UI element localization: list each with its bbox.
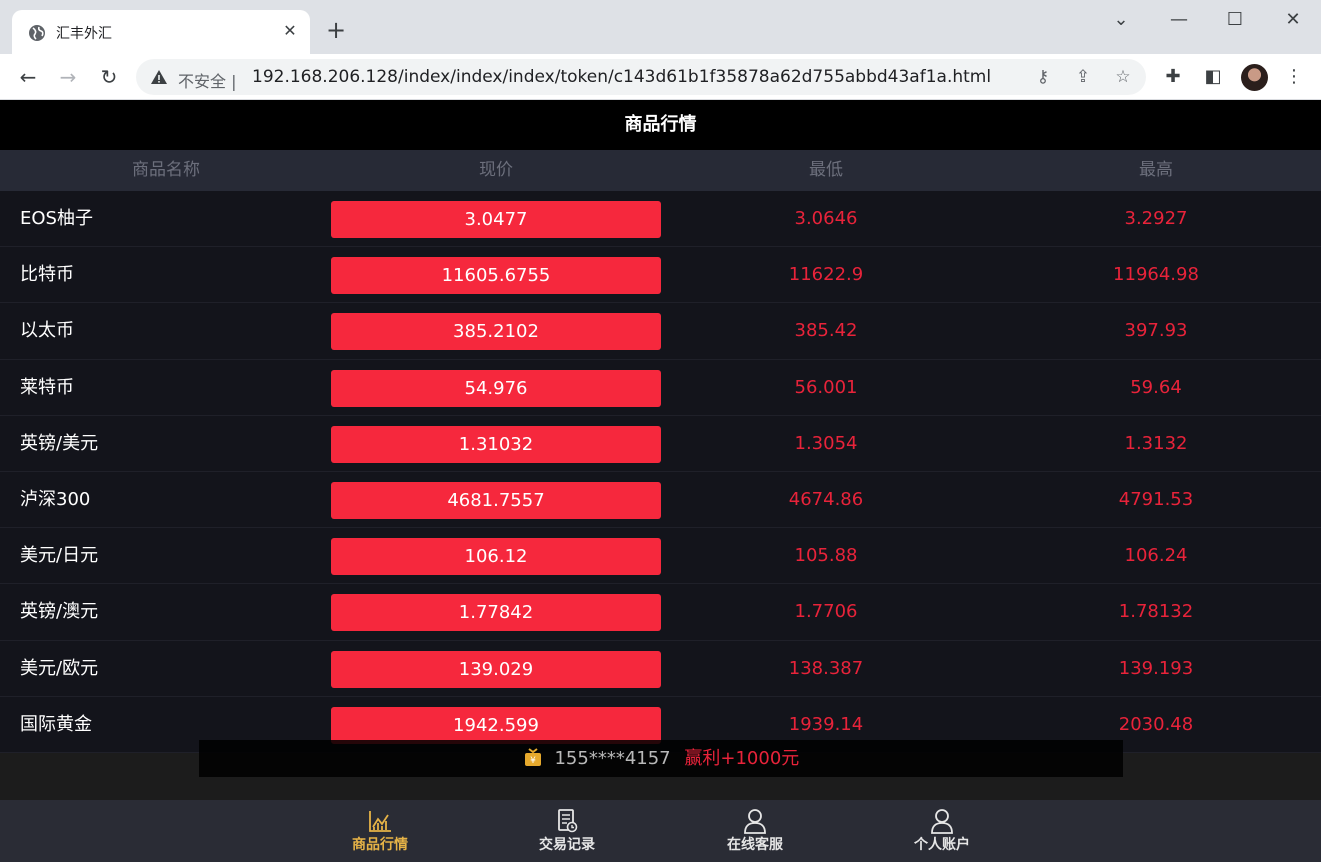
- row-high: 106.24: [1124, 545, 1188, 567]
- table-row[interactable]: 美元/欧元 139.029 138.387 139.193: [0, 640, 1321, 697]
- nav-market[interactable]: 商品行情: [320, 800, 440, 862]
- browser-tabbar: 汇丰外汇 ✕ + ⌄ — ☐ ✕: [0, 0, 1321, 54]
- sidepanel-icon[interactable]: ◧: [1201, 65, 1225, 89]
- row-low: 56.001: [794, 376, 858, 398]
- row-name: EOS柚子: [20, 208, 93, 229]
- row-low: 1.7706: [794, 601, 858, 623]
- ticker-phone: 155****4157: [554, 748, 671, 769]
- star-icon[interactable]: ☆: [1112, 66, 1134, 88]
- table-header: 商品名称 现价 最低 最高: [0, 150, 1321, 191]
- globe-icon: [29, 25, 45, 41]
- row-high: 4791.53: [1118, 488, 1194, 510]
- row-price[interactable]: 4681.7557: [331, 481, 661, 519]
- row-price[interactable]: 139.029: [331, 650, 661, 688]
- browser-tab[interactable]: 汇丰外汇 ✕: [12, 10, 310, 54]
- close-tab-icon[interactable]: ✕: [280, 21, 300, 40]
- row-name: 英镑/澳元: [20, 601, 99, 623]
- money-bag-icon: ¥: [524, 748, 541, 766]
- row-high: 11964.98: [1113, 264, 1199, 286]
- svg-text:¥: ¥: [530, 756, 536, 766]
- page-title: 商品行情: [0, 100, 1321, 150]
- row-high: 3.2927: [1124, 208, 1188, 229]
- row-high: 1.78132: [1118, 601, 1194, 623]
- maximize-icon[interactable]: ☐: [1220, 8, 1250, 32]
- tab-search-icon[interactable]: ⌄: [1106, 8, 1136, 32]
- row-price[interactable]: 1.31032: [331, 425, 661, 463]
- user-icon: [744, 809, 766, 834]
- nav-records[interactable]: 交易记录: [507, 800, 627, 862]
- table-row[interactable]: 莱特币 54.976 56.001 59.64: [0, 359, 1321, 416]
- app-page: 商品行情 商品名称 现价 最低 最高 EOS柚子 3.0477 3.0646 3…: [0, 100, 1321, 862]
- row-high: 1.3132: [1124, 432, 1188, 454]
- minimize-icon[interactable]: —: [1164, 8, 1194, 32]
- row-low: 105.88: [794, 545, 858, 567]
- extensions-icon[interactable]: ✚: [1161, 65, 1185, 89]
- row-name: 泸深300: [20, 488, 91, 510]
- table-row[interactable]: 以太币 385.2102 385.42 397.93: [0, 303, 1321, 360]
- tab-title: 汇丰外汇: [56, 26, 112, 42]
- row-high: 59.64: [1130, 376, 1182, 398]
- row-price[interactable]: 54.976: [331, 369, 661, 407]
- table-row[interactable]: 英镑/美元 1.31032 1.3054 1.3132: [0, 415, 1321, 472]
- nav-label: 在线客服: [727, 837, 783, 853]
- table-row[interactable]: EOS柚子 3.0477 3.0646 3.2927: [0, 191, 1321, 248]
- insecure-label: 不安全 |: [178, 72, 237, 91]
- browser-toolbar: ← → ↻ 不安全 | 192.168.206.128/index/index/…: [0, 54, 1321, 100]
- bottom-nav: 商品行情 交易记录 在线客服 个人账户: [0, 800, 1321, 862]
- row-price[interactable]: 11605.6755: [331, 257, 661, 295]
- row-low: 11622.9: [788, 264, 864, 286]
- row-name: 美元/日元: [20, 545, 99, 567]
- row-price[interactable]: 106.12: [331, 538, 661, 576]
- table-row[interactable]: 美元/日元 106.12 105.88 106.24: [0, 528, 1321, 585]
- nav-account[interactable]: 个人账户: [882, 800, 1002, 862]
- chart-icon: [369, 811, 391, 832]
- share-icon[interactable]: ⇪: [1072, 66, 1094, 88]
- row-price[interactable]: 1.77842: [331, 594, 661, 632]
- close-window-icon[interactable]: ✕: [1278, 8, 1308, 32]
- col-name: 商品名称: [132, 160, 200, 180]
- menu-icon[interactable]: ⋮: [1282, 65, 1306, 89]
- new-tab-icon[interactable]: +: [326, 18, 346, 42]
- row-low: 138.387: [788, 657, 864, 679]
- records-icon: [558, 809, 578, 833]
- row-name: 美元/欧元: [20, 657, 99, 679]
- row-price[interactable]: 3.0477: [331, 201, 661, 238]
- row-low: 1.3054: [794, 432, 858, 454]
- col-high: 最高: [1139, 160, 1173, 180]
- row-name: 国际黄金: [20, 713, 92, 735]
- row-low: 4674.86: [788, 488, 864, 510]
- nav-label: 商品行情: [352, 837, 408, 853]
- table-row[interactable]: 泸深300 4681.7557 4674.86 4791.53: [0, 471, 1321, 529]
- warning-icon: [151, 70, 167, 84]
- key-icon[interactable]: ⚷: [1032, 66, 1054, 88]
- row-name: 比特币: [20, 264, 74, 286]
- forward-icon[interactable]: →: [55, 64, 81, 90]
- row-low: 3.0646: [794, 208, 858, 229]
- row-low: 385.42: [794, 320, 858, 342]
- row-name: 莱特币: [20, 376, 74, 398]
- profile-avatar[interactable]: [1241, 64, 1268, 91]
- address-bar[interactable]: 不安全 | 192.168.206.128/index/index/index/…: [136, 59, 1146, 95]
- row-name: 英镑/美元: [20, 432, 99, 454]
- row-price[interactable]: 385.2102: [331, 313, 661, 351]
- quote-table: EOS柚子 3.0477 3.0646 3.2927 比特币 11605.675…: [0, 191, 1321, 753]
- col-price: 现价: [479, 160, 513, 180]
- back-icon[interactable]: ←: [15, 64, 41, 90]
- url-text[interactable]: 192.168.206.128/index/index/index/token/…: [252, 67, 991, 87]
- table-row[interactable]: 比特币 11605.6755 11622.9 11964.98: [0, 247, 1321, 304]
- row-name: 以太币: [20, 320, 74, 342]
- col-low: 最低: [809, 160, 843, 180]
- row-price[interactable]: 1942.599: [331, 706, 661, 744]
- nav-label: 交易记录: [539, 837, 595, 853]
- row-high: 139.193: [1118, 657, 1194, 679]
- reload-icon[interactable]: ↻: [96, 64, 122, 90]
- nav-label: 个人账户: [914, 837, 970, 853]
- table-row[interactable]: 英镑/澳元 1.77842 1.7706 1.78132: [0, 584, 1321, 641]
- ticker-profit: 赢利+1000元: [684, 748, 800, 769]
- nav-service[interactable]: 在线客服: [695, 800, 815, 862]
- profit-ticker: ¥ 155****4157 赢利+1000元: [199, 740, 1123, 777]
- user-icon: [931, 809, 953, 834]
- row-high: 397.93: [1124, 320, 1188, 342]
